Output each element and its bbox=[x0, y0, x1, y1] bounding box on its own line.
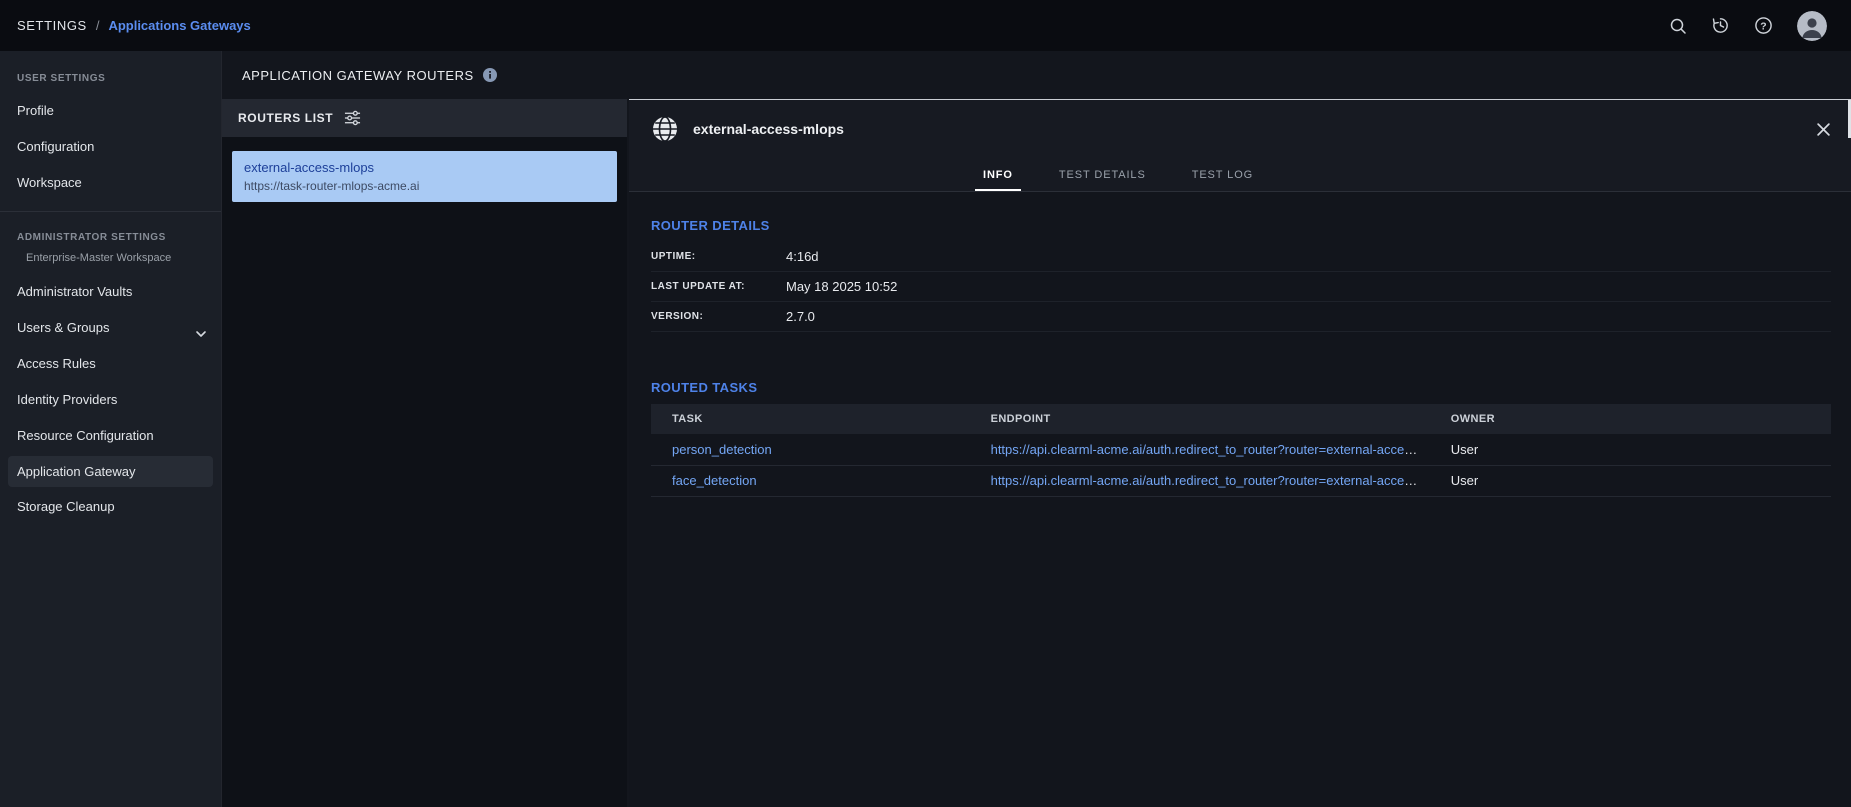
router-details-panel: external-access-mlops INFO TEST DETAILS … bbox=[629, 99, 1851, 807]
sidebar-item-label: Users & Groups bbox=[17, 320, 109, 335]
sidebar-item-resource-configuration[interactable]: Resource Configuration bbox=[0, 418, 221, 454]
tab-test-log[interactable]: TEST LOG bbox=[1190, 158, 1255, 191]
panels-row: ROUTERS LIST external-access-mlops https… bbox=[222, 99, 1851, 807]
router-url: https://task-router-mlops-acme.ai bbox=[244, 179, 605, 193]
tab-info[interactable]: INFO bbox=[981, 158, 1015, 191]
column-header-endpoint: ENDPOINT bbox=[970, 404, 1430, 434]
routers-list-body: external-access-mlops https://task-route… bbox=[222, 137, 627, 807]
filter-icon[interactable] bbox=[344, 110, 361, 126]
router-list-item[interactable]: external-access-mlops https://task-route… bbox=[232, 151, 617, 202]
main-content: APPLICATION GATEWAY ROUTERS ROUTERS LIST… bbox=[222, 51, 1851, 807]
detail-value: May 18 2025 10:52 bbox=[786, 279, 897, 294]
sidebar-item-workspace[interactable]: Workspace bbox=[0, 165, 221, 201]
enterprise-workspace-label: Enterprise-Master Workspace bbox=[0, 252, 221, 274]
endpoint-link[interactable]: https://api.clearml-acme.ai/auth.redirec… bbox=[991, 473, 1430, 488]
history-icon[interactable] bbox=[1711, 16, 1730, 35]
column-header-task: TASK bbox=[651, 404, 970, 434]
svg-text:?: ? bbox=[1760, 21, 1766, 32]
breadcrumb-separator: / bbox=[96, 18, 100, 33]
help-icon[interactable]: ? bbox=[1754, 16, 1773, 35]
sidebar-item-profile[interactable]: Profile bbox=[0, 93, 221, 129]
routed-tasks-section: ROUTED TASKS TASK ENDPOINT OWNER bbox=[651, 380, 1831, 497]
details-header: external-access-mlops bbox=[629, 100, 1851, 158]
router-name: external-access-mlops bbox=[244, 160, 605, 175]
table-row: person_detection https://api.clearml-acm… bbox=[651, 434, 1831, 465]
router-details-heading: ROUTER DETAILS bbox=[651, 218, 1831, 233]
details-title: external-access-mlops bbox=[693, 121, 844, 137]
details-tabs: INFO TEST DETAILS TEST LOG bbox=[629, 158, 1851, 192]
sidebar-divider bbox=[0, 211, 221, 212]
detail-row-last-update: LAST UPDATE AT: May 18 2025 10:52 bbox=[651, 272, 1831, 302]
details-content: ROUTER DETAILS UPTIME: 4:16d LAST UPDATE… bbox=[629, 192, 1851, 807]
detail-row-uptime: UPTIME: 4:16d bbox=[651, 242, 1831, 272]
sidebar-item-configuration[interactable]: Configuration bbox=[0, 129, 221, 165]
close-icon[interactable] bbox=[1816, 122, 1831, 137]
search-icon[interactable] bbox=[1669, 17, 1687, 35]
sidebar-item-users-groups[interactable]: Users & Groups bbox=[0, 310, 221, 346]
page-title: APPLICATION GATEWAY ROUTERS bbox=[242, 68, 474, 83]
routed-tasks-table: TASK ENDPOINT OWNER person_detection htt… bbox=[651, 404, 1831, 497]
sidebar-item-storage-cleanup[interactable]: Storage Cleanup bbox=[0, 489, 221, 525]
sidebar-item-identity-providers[interactable]: Identity Providers bbox=[0, 382, 221, 418]
topbar-icons: ? bbox=[1669, 11, 1827, 41]
column-header-owner: OWNER bbox=[1430, 404, 1831, 434]
table-row: face_detection https://api.clearml-acme.… bbox=[651, 465, 1831, 496]
breadcrumb: SETTINGS / Applications Gateways bbox=[17, 18, 251, 33]
breadcrumb-page: Applications Gateways bbox=[108, 18, 250, 33]
table-header-row: TASK ENDPOINT OWNER bbox=[651, 404, 1831, 434]
topbar: SETTINGS / Applications Gateways ? bbox=[0, 0, 1851, 51]
detail-value: 2.7.0 bbox=[786, 309, 815, 324]
detail-row-version: VERSION: 2.7.0 bbox=[651, 302, 1831, 332]
owner-value: User bbox=[1430, 434, 1831, 465]
user-settings-label: USER SETTINGS bbox=[0, 63, 221, 93]
admin-settings-label: ADMINISTRATOR SETTINGS bbox=[0, 222, 221, 252]
endpoint-link[interactable]: https://api.clearml-acme.ai/auth.redirec… bbox=[991, 442, 1430, 457]
detail-label: LAST UPDATE AT: bbox=[651, 281, 786, 292]
routers-list-header: ROUTERS LIST bbox=[222, 99, 627, 137]
detail-label: UPTIME: bbox=[651, 251, 786, 262]
detail-label: VERSION: bbox=[651, 311, 786, 322]
owner-value: User bbox=[1430, 465, 1831, 496]
sidebar-item-access-rules[interactable]: Access Rules bbox=[0, 346, 221, 382]
user-avatar[interactable] bbox=[1797, 11, 1827, 41]
info-icon[interactable] bbox=[483, 68, 497, 82]
routed-tasks-heading: ROUTED TASKS bbox=[651, 380, 1831, 395]
app-body: USER SETTINGS Profile Configuration Work… bbox=[0, 51, 1851, 807]
breadcrumb-settings[interactable]: SETTINGS bbox=[17, 18, 87, 33]
page-header: APPLICATION GATEWAY ROUTERS bbox=[222, 51, 1851, 99]
sidebar-item-application-gateway[interactable]: Application Gateway bbox=[8, 456, 213, 487]
detail-value: 4:16d bbox=[786, 249, 819, 264]
sidebar-item-administrator-vaults[interactable]: Administrator Vaults bbox=[0, 274, 221, 310]
settings-sidebar: USER SETTINGS Profile Configuration Work… bbox=[0, 51, 222, 807]
task-link[interactable]: face_detection bbox=[672, 473, 757, 488]
task-link[interactable]: person_detection bbox=[672, 442, 772, 457]
tab-test-details[interactable]: TEST DETAILS bbox=[1057, 158, 1148, 191]
router-details-section: ROUTER DETAILS UPTIME: 4:16d LAST UPDATE… bbox=[651, 218, 1831, 332]
globe-icon bbox=[651, 115, 679, 143]
routers-list-panel: ROUTERS LIST external-access-mlops https… bbox=[222, 99, 627, 807]
routers-list-title: ROUTERS LIST bbox=[238, 111, 333, 125]
